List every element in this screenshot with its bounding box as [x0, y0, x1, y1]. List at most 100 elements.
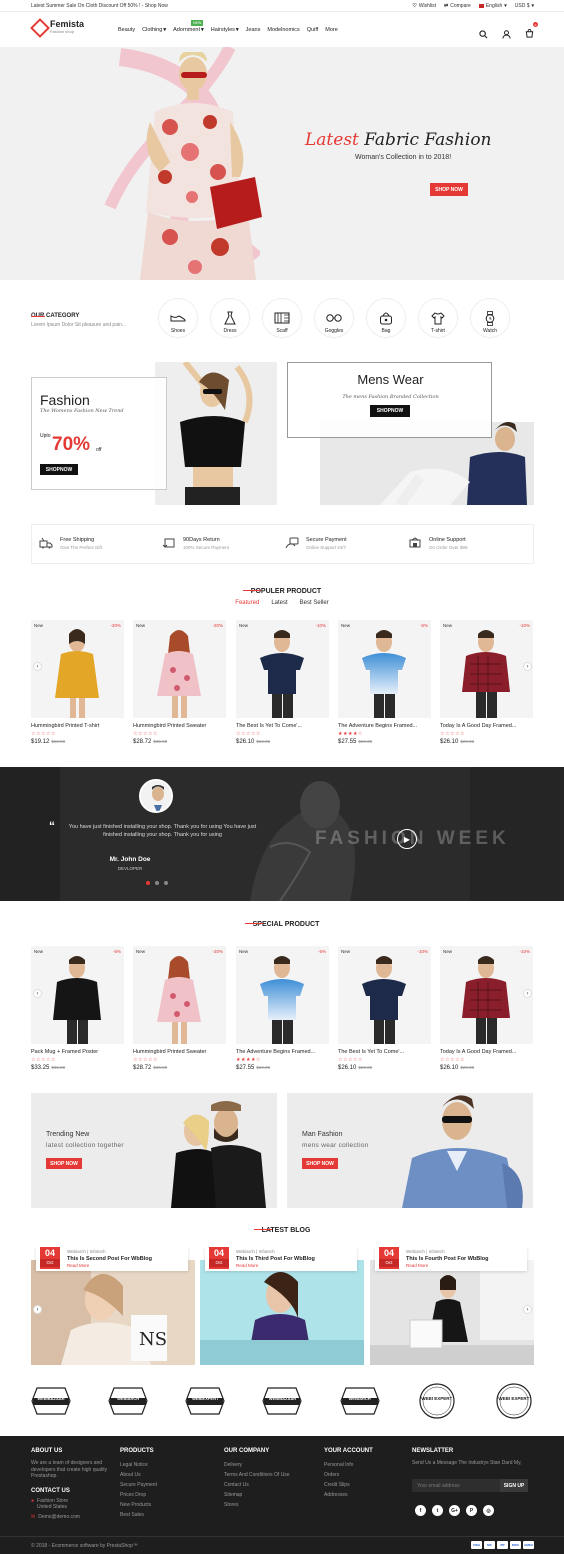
twitter-icon[interactable]: t — [432, 1505, 443, 1516]
tab-latest[interactable]: Latest — [271, 600, 287, 606]
trending-banner[interactable]: Trending New latest collection together … — [31, 1093, 277, 1208]
read-more-link[interactable]: Read More — [67, 1263, 89, 1268]
blog-next-button[interactable]: › — [523, 1305, 532, 1314]
brand-logo[interactable]: WEBIARCH — [108, 1381, 148, 1421]
blog-image[interactable] — [370, 1260, 534, 1365]
brand-logo[interactable]: WEBIEXPERT — [185, 1381, 225, 1421]
category-item-watch[interactable]: Watch — [470, 298, 510, 338]
footer-account-link[interactable]: Orders — [324, 1470, 373, 1480]
nav-adornment[interactable]: Adornment ▾ NEW — [173, 20, 204, 33]
footer-company-link[interactable]: Contact Us — [224, 1480, 290, 1490]
nav-hairstyles[interactable]: Hairstyles ▾ — [211, 27, 239, 33]
footer-account-link[interactable]: Credit Slips — [324, 1480, 373, 1490]
product-image[interactable]: New -5% — [338, 620, 431, 718]
footer-products-link[interactable]: About Us — [120, 1470, 157, 1480]
hero-shop-now-button[interactable]: SHOP NOW — [430, 183, 468, 196]
nav-modelnomics[interactable]: Modelnomics — [267, 27, 299, 33]
product-image[interactable]: New -10% — [440, 620, 533, 718]
nav-quiff[interactable]: Quiff — [307, 27, 319, 33]
brand-logo[interactable]: WEBIBAZAAR — [31, 1381, 71, 1421]
blog-post[interactable]: NS 04 Oct Webiarch | Infotech This Is Second… — [31, 1247, 195, 1365]
google-plus-icon[interactable]: G+ — [449, 1505, 460, 1516]
tab-best-seller[interactable]: Best Seller — [300, 600, 329, 606]
footer-products-link[interactable]: Secure Payment — [120, 1480, 157, 1490]
nav-more[interactable]: More — [325, 27, 338, 33]
play-video-button[interactable]: ▶ — [397, 829, 417, 849]
footer-account-link[interactable]: Addresses — [324, 1490, 373, 1500]
footer-account-link[interactable]: Personal Info — [324, 1460, 373, 1470]
product-name[interactable]: The Adventure Begins Framed... — [236, 1049, 329, 1055]
cart-button[interactable]: 0 — [525, 22, 538, 43]
product-card[interactable]: New -10% Today Is A Good Day Framed... ☆☆☆☆… — [440, 946, 533, 1071]
pagination-dot[interactable] — [164, 881, 168, 885]
pagination-dot[interactable] — [155, 881, 159, 885]
blog-post[interactable]: 04 Oct Webiarch | Infotech This Is Fourth P… — [370, 1247, 534, 1365]
blog-image[interactable]: NS — [31, 1260, 195, 1365]
brand-logo[interactable]: WEBIARCH — [339, 1381, 380, 1421]
product-name[interactable]: Hummingbird Printed T-shirt — [31, 723, 124, 729]
compare-link[interactable]: ⇄ Compare — [444, 3, 471, 9]
product-name[interactable]: The Best Is Yet To Come'... — [236, 723, 329, 729]
product-image[interactable]: New -5% — [31, 946, 124, 1044]
blog-post-title[interactable]: This Is Fourth Post For WbBlog — [406, 1256, 489, 1262]
product-card[interactable]: New -10% The Best Is Yet To Come'... ☆☆☆☆☆ $… — [338, 946, 431, 1071]
blog-image[interactable] — [200, 1260, 364, 1365]
product-name[interactable]: Pack Mug + Framed Poster — [31, 1049, 124, 1055]
wishlist-link[interactable]: ♡ Wishlist — [412, 3, 436, 9]
newsletter-signup-button[interactable]: SIGN UP — [500, 1479, 528, 1492]
blog-post-title[interactable]: This Is Second Post For WbBlog — [67, 1256, 152, 1262]
facebook-icon[interactable]: f — [415, 1505, 426, 1516]
category-item-t-shirt[interactable]: T-shirt — [418, 298, 458, 338]
read-more-link[interactable]: Read More — [236, 1263, 258, 1268]
footer-products-link[interactable]: Prices Drop — [120, 1490, 157, 1500]
brand-logo[interactable]: WEBI EXPERT — [494, 1381, 534, 1421]
product-card[interactable]: New -20% Hummingbird Printed Sweater ☆☆☆☆☆ $… — [133, 946, 226, 1071]
footer-company-link[interactable]: Terms And Conditions Of Use — [224, 1470, 290, 1480]
nav-clothing[interactable]: Clothing ▾ — [142, 27, 166, 33]
footer-products-link[interactable]: Best Sales — [120, 1510, 157, 1520]
man-shop-now-button[interactable]: SHOP NOW — [302, 1158, 338, 1169]
trending-shop-now-button[interactable]: SHOP NOW — [46, 1158, 82, 1169]
product-image[interactable]: New -20% — [31, 620, 124, 718]
blog-post-title[interactable]: This Is Third Post For WbBlog — [236, 1256, 315, 1262]
product-card[interactable]: New -5% The Adventure Begins Framed... ★★★★… — [236, 946, 329, 1071]
product-card[interactable]: New -20% Hummingbird Printed Sweater ☆☆☆☆☆ $… — [133, 620, 226, 745]
nav-beauty[interactable]: Beauty — [118, 27, 135, 33]
pinterest-icon[interactable]: P — [466, 1505, 477, 1516]
logo[interactable]: Femista Fashion shop — [31, 19, 84, 34]
pagination-dot[interactable] — [146, 881, 150, 885]
footer-products-link[interactable]: New Products — [120, 1500, 157, 1510]
user-icon[interactable] — [502, 29, 511, 39]
product-image[interactable]: New -10% — [236, 620, 329, 718]
category-item-dress[interactable]: Dress — [210, 298, 250, 338]
footer-company-link[interactable]: Stores — [224, 1500, 290, 1510]
popular-next-button[interactable]: › — [523, 662, 532, 671]
product-name[interactable]: Hummingbird Printed Sweater — [133, 1049, 226, 1055]
special-next-button[interactable]: › — [523, 989, 532, 998]
product-name[interactable]: The Adventure Begins Framed... — [338, 723, 431, 729]
promo-text[interactable]: Latest Summer Sale On Cloth Discount Off… — [31, 3, 168, 9]
product-image[interactable]: New -10% — [338, 946, 431, 1044]
fashion-shopnow-button[interactable]: SHOPNOW — [40, 464, 78, 475]
search-icon[interactable] — [479, 29, 488, 39]
tab-featured[interactable]: Featured — [235, 600, 259, 606]
popular-prev-button[interactable]: ‹ — [33, 662, 42, 671]
man-fashion-banner[interactable]: Man Fashion mens wear collection SHOP NO… — [287, 1093, 533, 1208]
footer-email[interactable]: ✉ Demo@demo.com — [31, 1514, 80, 1520]
category-item-shoes[interactable]: Shoes — [158, 298, 198, 338]
category-item-scaff[interactable]: Scaff — [262, 298, 302, 338]
product-card[interactable]: New -10% The Best Is Yet To Come'... ☆☆☆☆☆ $… — [236, 620, 329, 745]
category-item-bag[interactable]: Bag — [366, 298, 406, 338]
read-more-link[interactable]: Read More — [406, 1263, 428, 1268]
newsletter-email-input[interactable]: Your email address SIGN UP — [412, 1479, 528, 1492]
category-item-goggles[interactable]: Goggles — [314, 298, 354, 338]
product-image[interactable]: New -20% — [133, 946, 226, 1044]
product-card[interactable]: New -20% Hummingbird Printed T-shirt ☆☆☆☆☆ $… — [31, 620, 124, 745]
footer-company-link[interactable]: Sitemap — [224, 1490, 290, 1500]
blog-prev-button[interactable]: ‹ — [33, 1305, 42, 1314]
instagram-icon[interactable]: ◎ — [483, 1505, 494, 1516]
product-name[interactable]: Hummingbird Printed Sweater — [133, 723, 226, 729]
footer-company-link[interactable]: Delivery — [224, 1460, 290, 1470]
product-card[interactable]: New -10% Today Is A Good Day Framed... ☆☆☆☆… — [440, 620, 533, 745]
product-image[interactable]: New -5% — [236, 946, 329, 1044]
